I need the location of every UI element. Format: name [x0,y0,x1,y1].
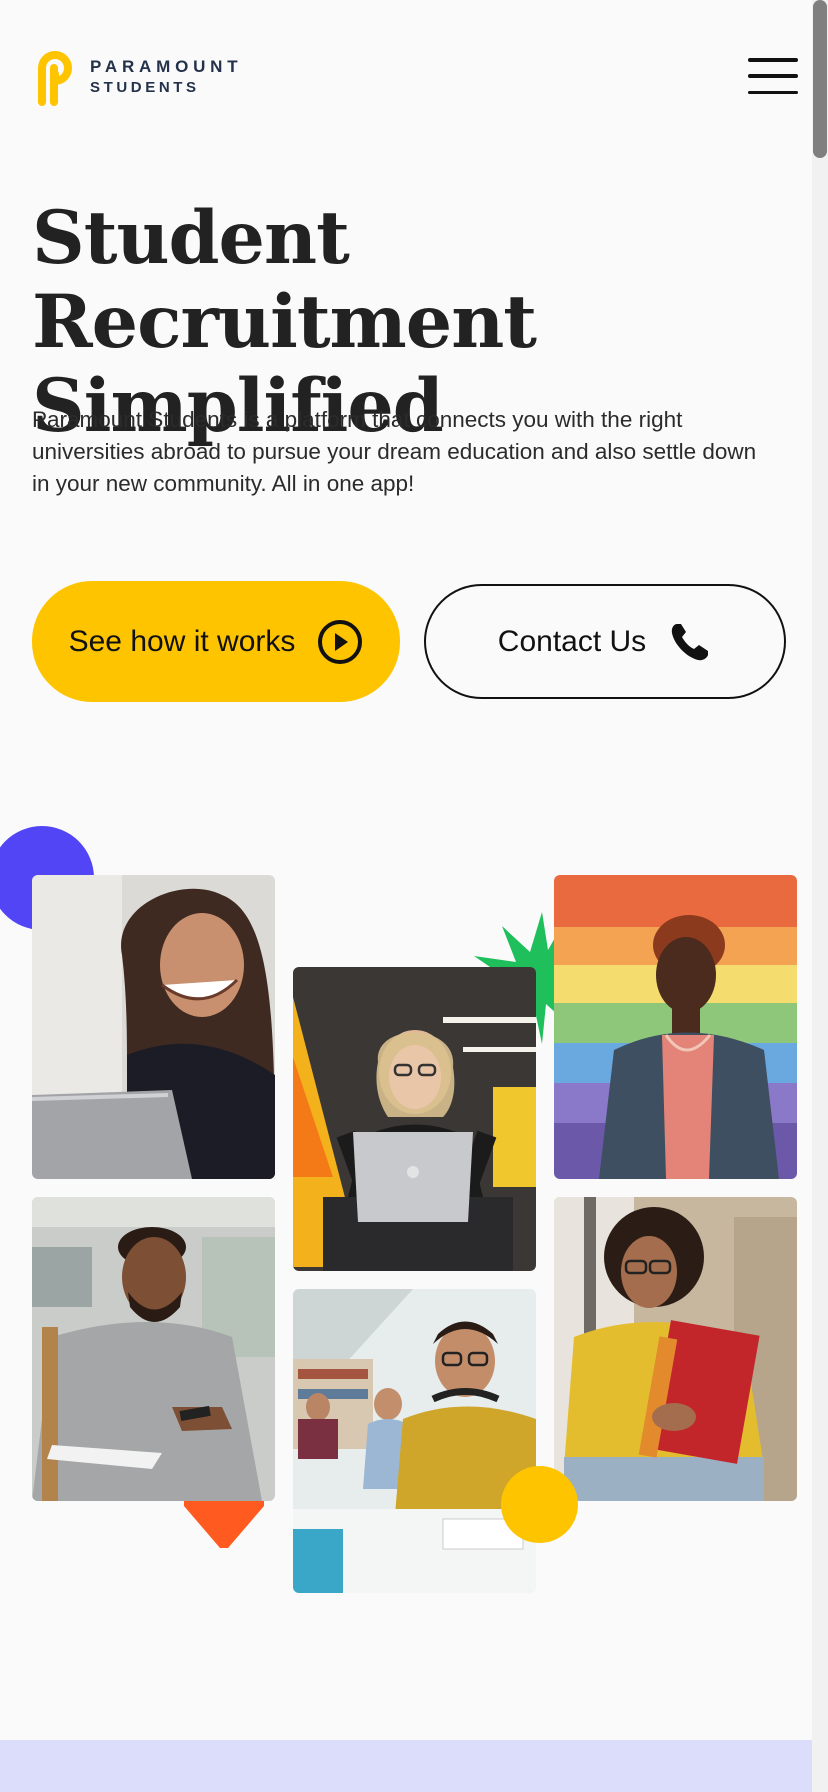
brand-logo[interactable]: PARAMOUNT STUDENTS [32,46,242,106]
student-by-rainbow-wall-photo [554,875,797,1179]
scrollbar-track[interactable] [812,0,828,1792]
scrollbar-thumb[interactable] [813,0,827,158]
contact-us-label: Contact Us [497,624,647,658]
brand-name-line2: STUDENTS [90,78,200,96]
contact-us-button[interactable]: Contact Us [424,584,786,699]
student-with-headphones-in-library-photo [293,1289,536,1593]
student-holding-books-photo [554,1197,797,1501]
hero-description: Paramount Students is a platform that co… [32,407,757,496]
hamburger-menu-icon[interactable] [748,58,798,94]
see-how-it-works-button[interactable]: See how it works [32,581,400,702]
laughing-student-with-laptop-photo [32,875,275,1179]
next-section-band [0,1740,812,1792]
landing-page: PARAMOUNT STUDENTS Student Recruitment S… [0,0,828,1792]
phone-icon [668,620,712,664]
brand-name-line1: PARAMOUNT [90,56,243,76]
excited-student-at-laptop-photo [293,967,536,1271]
paramount-p-logo-icon [38,51,72,106]
decor-yellow-circle [501,1466,578,1543]
student-with-phone-photo [32,1197,275,1501]
see-how-it-works-label: See how it works [68,624,296,658]
site-header: PARAMOUNT STUDENTS [32,46,798,108]
play-circle-icon [317,619,363,665]
